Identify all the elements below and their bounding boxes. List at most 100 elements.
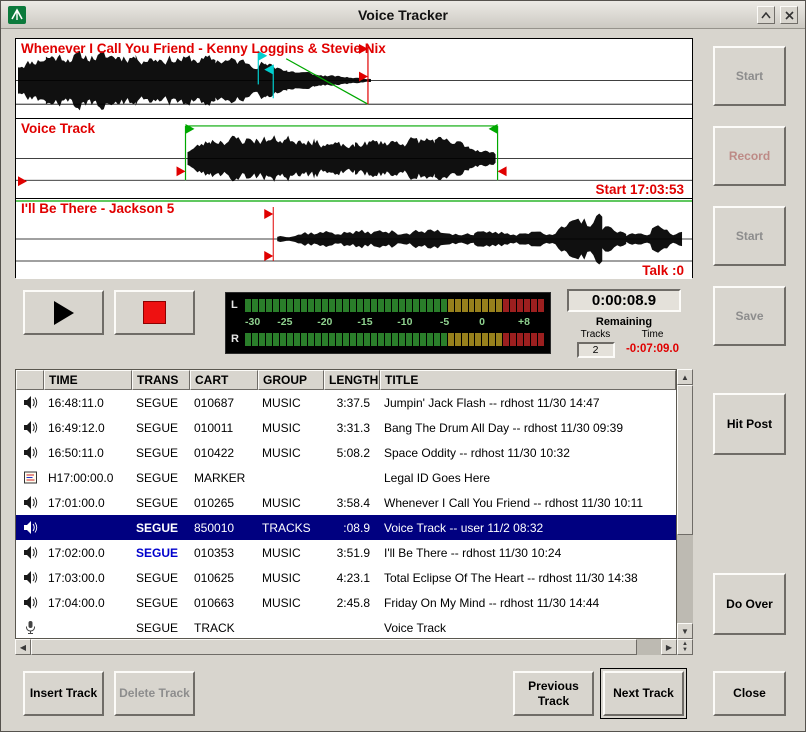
table-row[interactable]: 17:02:00.0SEGUE010353MUSIC3:51.9I'll Be …: [16, 540, 676, 565]
horizontal-scrollbar[interactable]: ◀ ▶: [15, 639, 677, 655]
remaining-time-value: -0:07:09.0: [624, 343, 681, 355]
remaining-tracks-label: Tracks: [567, 329, 624, 340]
shade-button[interactable]: [757, 6, 775, 24]
meter-scale-label: -20: [317, 316, 332, 328]
vertical-scrollbar[interactable]: ▲ ▼: [677, 369, 693, 639]
meter-bar-right: [245, 333, 545, 346]
track-2[interactable]: Voice Track Start 17:03:53: [16, 119, 692, 199]
table-row[interactable]: 17:01:00.0SEGUE010265MUSIC3:58.4Whenever…: [16, 490, 676, 515]
scroll-left-button[interactable]: ◀: [15, 639, 31, 655]
track-1[interactable]: Whenever I Call You Friend - Kenny Loggi…: [16, 39, 692, 119]
hit-post-button[interactable]: Hit Post: [713, 393, 786, 455]
track2-title: Voice Track: [21, 121, 95, 136]
cell-time: 17:01:00.0: [44, 496, 132, 510]
delete-track-button[interactable]: Delete Track: [114, 671, 195, 716]
header-cart: CART: [190, 370, 258, 390]
speaker-icon: [16, 545, 44, 560]
table-row[interactable]: 16:49:12.0SEGUE010011MUSIC3:31.3Bang The…: [16, 415, 676, 440]
scroll-up-button[interactable]: ▲: [677, 369, 693, 385]
play-button[interactable]: [23, 290, 104, 335]
do-over-button[interactable]: Do Over: [713, 573, 786, 635]
start-track1-button[interactable]: Start: [713, 46, 786, 106]
header-length: LENGTH: [324, 370, 380, 390]
remaining-panel: Remaining Tracks 2 Time -0:07:09.0: [567, 316, 681, 358]
start-track2-button[interactable]: Start: [713, 206, 786, 266]
scroll-down-button[interactable]: ▼: [677, 623, 693, 639]
close-button[interactable]: Close: [713, 671, 786, 716]
cell-title: Friday On My Mind -- rdhost 11/30 14:44: [380, 596, 676, 610]
table-row[interactable]: 16:48:11.0SEGUE010687MUSIC3:37.5Jumpin' …: [16, 390, 676, 415]
cell-group: MUSIC: [258, 446, 324, 460]
meter-left-label: L: [231, 299, 245, 311]
cell-group: TRACKS: [258, 521, 324, 535]
next-track-button[interactable]: Next Track: [603, 671, 684, 716]
stop-button[interactable]: [114, 290, 195, 335]
close-icon: [785, 11, 794, 20]
talk-marker-handle-icon: [264, 251, 273, 261]
meter-scale-label: -25: [277, 316, 292, 328]
record-button[interactable]: Record: [713, 126, 786, 186]
button-label: Start: [736, 229, 763, 244]
speaker-icon: [16, 595, 44, 610]
table-row[interactable]: 16:50:11.0SEGUE010422MUSIC5:08.2Space Od…: [16, 440, 676, 465]
voice-tracker-window: Voice Tracker Whenever I Call You Friend: [0, 0, 806, 732]
previous-track-button[interactable]: Previous Track: [513, 671, 594, 716]
log-body: 16:48:11.0SEGUE010687MUSIC3:37.5Jumpin' …: [16, 390, 676, 639]
cell-time: 17:03:00.0: [44, 571, 132, 585]
header-title: TITLE: [380, 370, 676, 390]
horizontal-scroll-thumb[interactable]: [31, 639, 637, 655]
meter-scale-label: -5: [440, 316, 449, 328]
elapsed-time-display: 0:00:08.9: [567, 289, 681, 312]
table-row[interactable]: 17:04:00.0SEGUE010663MUSIC2:45.8Friday O…: [16, 590, 676, 615]
cell-time: 16:49:12.0: [44, 421, 132, 435]
remaining-label: Remaining: [567, 316, 681, 328]
insert-track-button[interactable]: Insert Track: [23, 671, 104, 716]
button-label: Previous Track: [515, 679, 592, 709]
meter-bar-left: [245, 299, 545, 312]
cell-trans: SEGUE: [132, 446, 190, 460]
speaker-icon: [16, 520, 44, 535]
scroll-right-button[interactable]: ▶: [661, 639, 677, 655]
table-row[interactable]: H17:00:00.0SEGUEMARKERLegal ID Goes Here: [16, 465, 676, 490]
save-button[interactable]: Save: [713, 286, 786, 346]
table-row[interactable]: 17:03:00.0SEGUE010625MUSIC4:23.1Total Ec…: [16, 565, 676, 590]
cell-cart: 010687: [190, 396, 258, 410]
titlebar[interactable]: Voice Tracker: [1, 1, 805, 29]
track3-talk-time: Talk :0: [642, 263, 684, 278]
track-3[interactable]: I'll Be There - Jackson 5 Talk :0: [16, 199, 692, 279]
cell-group: MUSIC: [258, 546, 324, 560]
chevron-up-icon: [761, 12, 771, 19]
cell-trans: SEGUE: [132, 621, 190, 635]
cell-trans: SEGUE: [132, 421, 190, 435]
cell-cart: 010011: [190, 421, 258, 435]
vertical-scroll-thumb[interactable]: [677, 385, 693, 535]
cell-trans: SEGUE: [132, 596, 190, 610]
cell-title: Voice Track: [380, 621, 676, 635]
cell-time: 17:04:00.0: [44, 596, 132, 610]
header-icon-col: [16, 370, 44, 390]
remaining-time-label: Time: [624, 329, 681, 340]
table-row[interactable]: SEGUETRACKVoice Track: [16, 615, 676, 639]
close-window-button[interactable]: [780, 6, 798, 24]
table-row[interactable]: SEGUE850010TRACKS:08.9Voice Track -- use…: [16, 515, 676, 540]
waveform-track2[interactable]: [16, 119, 692, 198]
cell-group: MUSIC: [258, 396, 324, 410]
meter-right-label: R: [231, 333, 245, 345]
meter-scale-label: -10: [397, 316, 412, 328]
header-time: TIME: [44, 370, 132, 390]
cell-trans: SEGUE: [132, 496, 190, 510]
track1-title: Whenever I Call You Friend - Kenny Loggi…: [21, 41, 386, 56]
play-marker-handle-icon: [498, 166, 507, 176]
cell-title: Space Oddity -- rdhost 11/30 10:32: [380, 446, 676, 460]
cell-time: H17:00:00.0: [44, 471, 132, 485]
meter-scale-label: -15: [357, 316, 372, 328]
cell-length: 5:08.2: [324, 446, 380, 460]
cell-cart: MARKER: [190, 471, 258, 485]
cell-title: Whenever I Call You Friend -- rdhost 11/…: [380, 496, 676, 510]
button-label: Next Track: [613, 686, 674, 701]
remaining-tracks-value: 2: [577, 342, 615, 358]
button-label: Record: [729, 149, 770, 164]
scrollbar-corner[interactable]: ▲▼: [677, 639, 693, 655]
speaker-icon: [16, 395, 44, 410]
cell-cart: 010265: [190, 496, 258, 510]
